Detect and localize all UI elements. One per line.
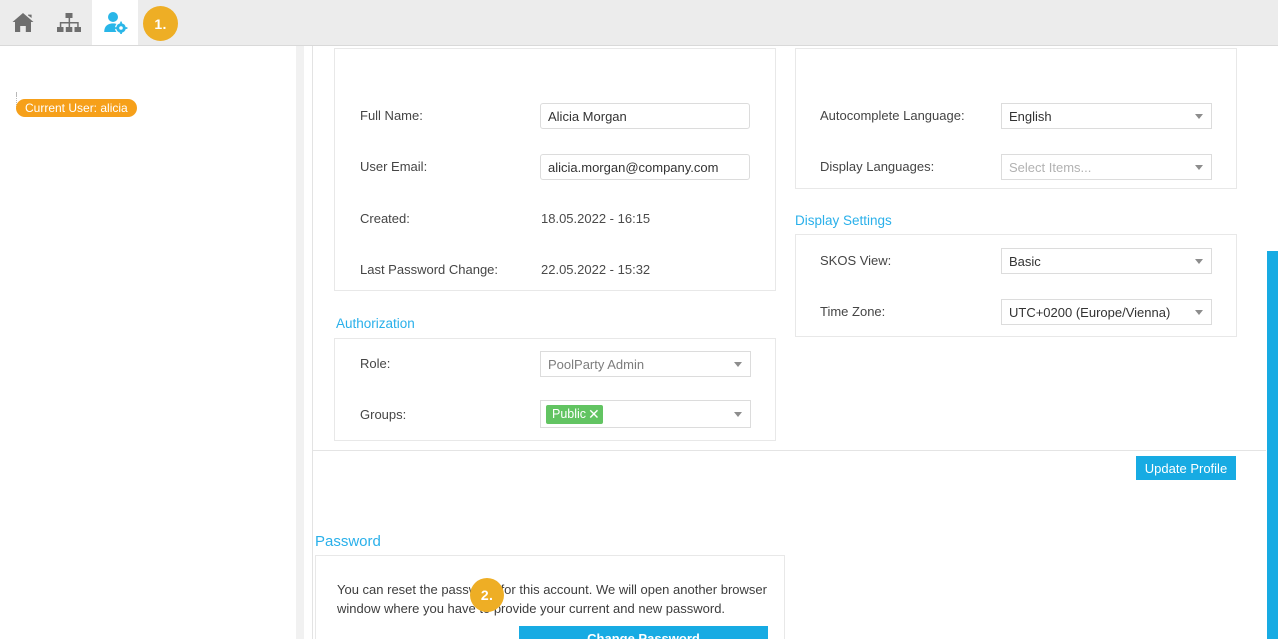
- change-password-button[interactable]: Change Password: [519, 626, 768, 639]
- role-value: PoolParty Admin: [548, 357, 644, 372]
- sidebar-tree-panel: Current User: alicia: [0, 46, 296, 639]
- chevron-down-icon: [1195, 259, 1203, 264]
- skos-view-value: Basic: [1009, 254, 1041, 269]
- created-label: Created:: [360, 211, 410, 226]
- chevron-down-icon: [1195, 310, 1203, 315]
- role-select[interactable]: PoolParty Admin: [540, 351, 751, 377]
- authorization-heading: Authorization: [336, 316, 415, 331]
- sitemap-icon: [56, 12, 82, 34]
- time-zone-select[interactable]: UTC+0200 (Europe/Vienna): [1001, 299, 1212, 325]
- autocomplete-language-label: Autocomplete Language:: [820, 108, 965, 123]
- display-settings-heading: Display Settings: [795, 213, 892, 228]
- chevron-down-icon: [734, 412, 742, 417]
- chevron-down-icon: [1195, 114, 1203, 119]
- chevron-down-icon: [734, 362, 742, 367]
- vertical-scrollbar[interactable]: [1267, 92, 1278, 639]
- groups-label: Groups:: [360, 407, 406, 422]
- display-languages-label: Display Languages:: [820, 159, 934, 174]
- scrollbar-thumb[interactable]: [1267, 251, 1278, 639]
- group-tag-label: Public: [552, 407, 586, 421]
- group-tag-public[interactable]: Public ✕: [546, 405, 603, 424]
- nav-tab-user-settings[interactable]: [92, 0, 138, 45]
- nav-tab-taxonomy[interactable]: [46, 0, 92, 45]
- chevron-down-icon: [1195, 165, 1203, 170]
- pane-gutter-left: [296, 46, 304, 639]
- groups-select[interactable]: Public ✕: [540, 400, 751, 428]
- password-panel: You can reset the password for this acco…: [315, 555, 785, 639]
- home-icon: [11, 12, 35, 34]
- role-label: Role:: [360, 356, 390, 371]
- main-content: Full Name: User Email: Created: 18.05.20…: [313, 46, 1278, 639]
- full-name-input[interactable]: [540, 103, 750, 129]
- password-description: You can reset the password for this acco…: [337, 580, 769, 618]
- app-window: 1. Current User: alicia Full Name: User …: [0, 0, 1278, 639]
- skos-view-label: SKOS View:: [820, 253, 891, 268]
- last-password-change-label: Last Password Change:: [360, 262, 498, 277]
- display-languages-placeholder: Select Items...: [1009, 160, 1091, 175]
- step-marker-2: 2.: [470, 578, 504, 612]
- pane-gutter-right: [304, 46, 313, 639]
- remove-tag-icon[interactable]: ✕: [588, 407, 600, 421]
- created-value: 18.05.2022 - 16:15: [541, 211, 650, 226]
- nav-tab-home[interactable]: [0, 0, 46, 45]
- user-email-input[interactable]: [540, 154, 750, 180]
- top-navigation-bar: [0, 0, 1278, 46]
- autocomplete-language-value: English: [1009, 109, 1052, 124]
- full-name-label: Full Name:: [360, 108, 423, 123]
- password-heading: Password: [315, 533, 381, 550]
- user-email-label: User Email:: [360, 159, 427, 174]
- current-user-badge[interactable]: Current User: alicia: [16, 99, 137, 117]
- update-profile-button[interactable]: Update Profile: [1136, 456, 1236, 480]
- profile-settings-panel: Full Name: User Email: Created: 18.05.20…: [313, 46, 1266, 451]
- autocomplete-language-select[interactable]: English: [1001, 103, 1212, 129]
- step-marker-1: 1.: [143, 6, 178, 41]
- time-zone-label: Time Zone:: [820, 304, 885, 319]
- last-password-change-value: 22.05.2022 - 15:32: [541, 262, 650, 277]
- user-gear-icon: [102, 11, 128, 34]
- time-zone-value: UTC+0200 (Europe/Vienna): [1009, 305, 1170, 320]
- skos-view-select[interactable]: Basic: [1001, 248, 1212, 274]
- display-languages-select[interactable]: Select Items...: [1001, 154, 1212, 180]
